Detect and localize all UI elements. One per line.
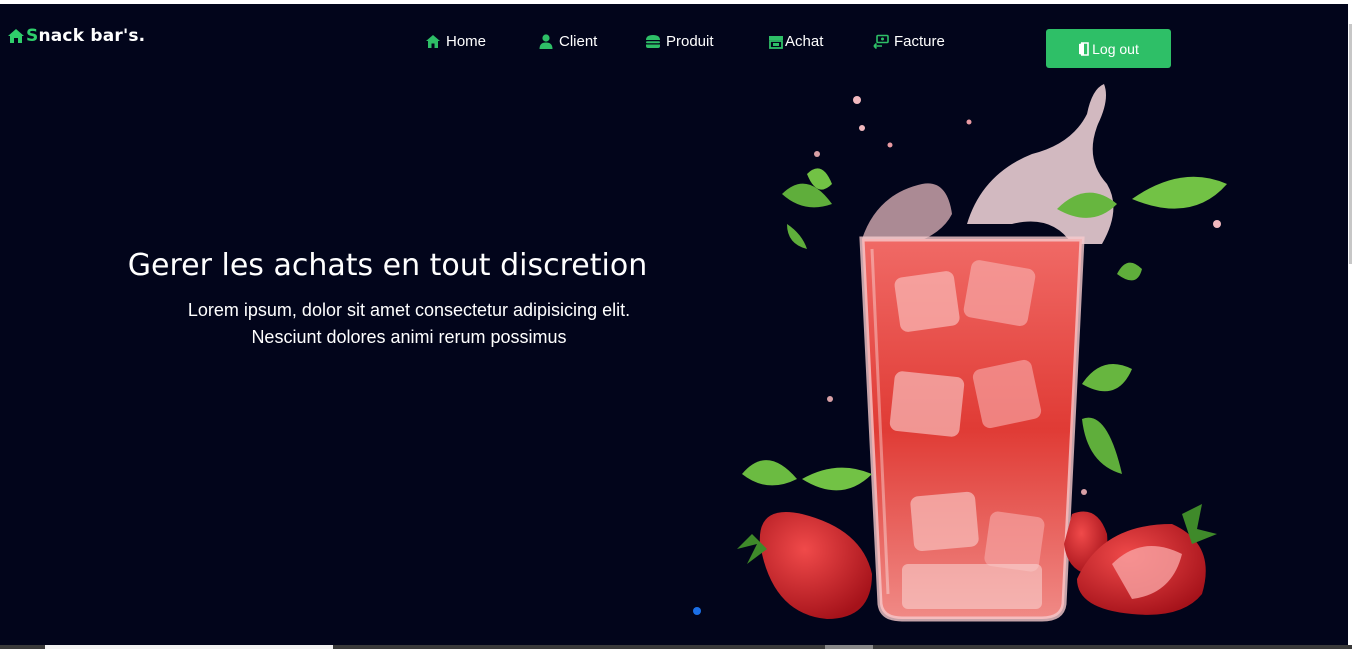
door-exit-icon	[1079, 41, 1089, 56]
nav-item-label: Achat	[785, 33, 824, 50]
nav-item-label: Facture	[894, 33, 945, 50]
nav-item-label: Home	[446, 33, 487, 50]
brand-logo[interactable]: Snack bar's.	[7, 26, 145, 46]
user-icon	[539, 34, 553, 49]
nav-item-facture[interactable]: Facture	[873, 33, 945, 50]
taskbar-strip	[0, 645, 1352, 649]
taskbar-segment	[825, 645, 873, 649]
hero-subtitle: Lorem ipsum, dolor sit amet consectetur …	[0, 297, 818, 351]
page: Snack bar's. Home Client Produit Achat F…	[0, 4, 1348, 645]
carousel-dot[interactable]	[693, 607, 701, 615]
logout-button[interactable]: Log out	[1046, 29, 1171, 68]
taskbar-segment	[45, 645, 333, 649]
nav-item-produit[interactable]: Produit	[645, 33, 714, 50]
money-bill-transfer-icon	[873, 34, 889, 49]
house-icon	[8, 29, 24, 43]
store-icon	[769, 36, 783, 49]
burger-icon	[646, 35, 660, 48]
nav-item-label: Produit	[666, 33, 714, 50]
hero-subtitle-line-2: Nesciunt dolores animi rerum possimus	[251, 327, 567, 347]
brand-first-letter: S	[26, 26, 39, 46]
hero-drink-image	[737, 84, 1227, 622]
hero-title: Gerer les achats en tout discretion	[127, 248, 648, 283]
home-icon	[426, 35, 440, 48]
nav-item-home[interactable]: Home	[425, 33, 486, 50]
logout-label: Log out	[1092, 40, 1139, 57]
nav-item-client[interactable]: Client	[538, 33, 597, 50]
nav-item-label: Client	[559, 33, 598, 50]
hero-subtitle-line-1: Lorem ipsum, dolor sit amet consectetur …	[187, 300, 631, 320]
brand-name: nack bar's.	[38, 26, 146, 46]
nav-item-achat[interactable]: Achat	[768, 33, 823, 50]
